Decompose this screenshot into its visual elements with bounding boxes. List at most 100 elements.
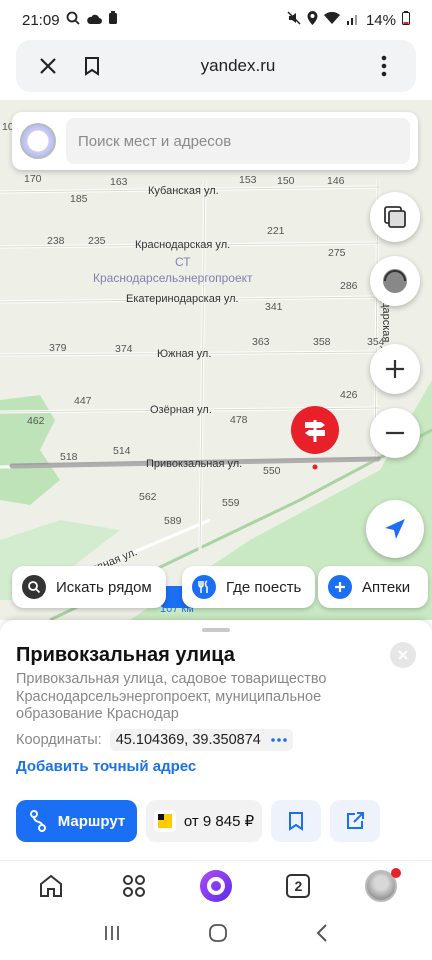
plus-cross-icon — [328, 575, 352, 599]
street-label: Кубанская ул. — [148, 185, 219, 197]
close-icon — [40, 58, 56, 74]
house-number: 478 — [230, 414, 248, 426]
street-label: Краснодарская ул. — [135, 239, 230, 251]
house-number: 185 — [70, 193, 88, 205]
bookmark-button[interactable] — [74, 48, 110, 84]
battery-percent: 14% — [365, 11, 396, 29]
system-nav-bar — [0, 910, 432, 960]
house-number: 150 — [277, 175, 295, 187]
map-canvas[interactable]: Кубанская ул. Краснодарская ул. Екатерин… — [0, 100, 432, 620]
house-number: 146 — [327, 175, 345, 187]
taxi-price: от 9 845 ₽ — [183, 813, 255, 830]
layers-button[interactable] — [370, 192, 420, 242]
house-number: 426 — [340, 389, 358, 401]
close-icon — [398, 650, 408, 660]
url-field[interactable]: yandex.ru — [110, 56, 366, 76]
house-number: 238 — [47, 235, 65, 247]
recents-icon — [105, 925, 120, 940]
home-circle-icon — [209, 923, 227, 942]
save-place-button[interactable] — [271, 800, 321, 842]
house-number: 447 — [74, 395, 92, 407]
search-box: Поиск мест и адресов — [12, 112, 418, 170]
house-number: 235 — [88, 235, 106, 247]
house-number: 514 — [113, 445, 131, 457]
status-time: 21:09 — [22, 11, 60, 29]
taxi-icon — [153, 810, 176, 832]
house-number: 589 — [164, 515, 182, 527]
house-number: 286 — [340, 280, 358, 292]
coordinates-label: Координаты: — [16, 732, 102, 748]
route-label: Маршрут — [57, 812, 126, 830]
house-number: 153 — [239, 174, 257, 186]
bottom-nav: 2 — [0, 860, 432, 910]
tabs-count: 2 — [294, 877, 303, 894]
compass-button[interactable] — [370, 256, 420, 306]
notification-icon — [108, 11, 118, 29]
place-card: Привокзальная улица Привокзальная улица,… — [0, 620, 432, 860]
share-icon — [347, 812, 364, 829]
chip-label: Где поесть — [226, 578, 302, 596]
sheet-handle[interactable] — [202, 628, 230, 632]
street-label: Озёрная ул. — [150, 404, 212, 416]
route-icon — [29, 810, 46, 832]
taxi-button[interactable]: от 9 845 ₽ — [146, 800, 262, 842]
chip-label: Аптеки — [362, 578, 411, 596]
route-button[interactable]: Маршрут — [16, 800, 137, 842]
area-label: Краснодарсельэнергопроект — [93, 271, 253, 285]
layers-icon — [384, 206, 406, 228]
coordinates-text: 45.104369, 39.350874 — [115, 732, 261, 748]
search-input[interactable]: Поиск мест и адресов — [66, 118, 410, 164]
location-icon — [307, 11, 318, 29]
browser-menu-button[interactable] — [366, 48, 402, 84]
wifi-icon — [323, 11, 340, 29]
chevron-left-icon — [316, 923, 327, 942]
place-description: Привокзальная улица, садовое товариществ… — [16, 671, 327, 722]
nav-home[interactable] — [29, 864, 73, 908]
search-nearby-chip[interactable]: Искать рядом — [12, 566, 166, 608]
house-number: 275 — [328, 247, 346, 259]
house-number: 518 — [60, 451, 78, 463]
zoom-in-button[interactable] — [370, 344, 420, 394]
pharmacies-chip[interactable]: Аптеки — [318, 566, 428, 608]
browser-toolbar: yandex.ru — [16, 40, 416, 92]
recent-apps-button[interactable] — [103, 924, 121, 947]
place-title: Привокзальная улица — [16, 644, 235, 666]
my-location-button[interactable] — [366, 500, 424, 558]
alice-avatar-icon[interactable] — [20, 123, 56, 159]
grid-icon — [122, 874, 145, 897]
coordinates-row: Координаты: 45.104369, 39.350874 — [16, 729, 293, 751]
home-system-button[interactable] — [208, 923, 228, 948]
plus-icon — [386, 360, 404, 378]
house-number: 559 — [222, 497, 240, 509]
tabs-count-icon: 2 — [286, 873, 311, 898]
alice-icon — [199, 869, 232, 902]
house-number: 374 — [115, 343, 133, 355]
chip-label: Искать рядом — [56, 578, 152, 596]
back-button[interactable] — [315, 923, 329, 948]
close-card-button[interactable] — [390, 642, 416, 668]
house-number: 379 — [49, 342, 67, 354]
area-label: СТ — [175, 255, 191, 269]
nav-tabs[interactable]: 2 — [276, 864, 320, 908]
fork-knife-icon — [192, 575, 216, 599]
more-horizontal-icon[interactable] — [271, 738, 287, 742]
close-tab-button[interactable] — [30, 48, 66, 84]
home-icon — [40, 874, 63, 897]
bookmark-icon — [85, 57, 99, 76]
compass-icon — [383, 269, 407, 293]
nav-alice[interactable] — [194, 864, 238, 908]
signal-icon — [346, 12, 360, 29]
street-label: Екатеринодарская ул. — [126, 293, 239, 305]
search-icon — [22, 575, 46, 599]
where-to-eat-chip[interactable]: Где поесть — [182, 566, 316, 608]
coordinates-value[interactable]: 45.104369, 39.350874 — [109, 729, 293, 751]
status-bar: 21:09 14% — [0, 0, 432, 40]
nav-services[interactable] — [112, 864, 156, 908]
nav-profile[interactable] — [359, 864, 403, 908]
add-address-link[interactable]: Добавить точный адрес — [16, 758, 196, 775]
battery-icon — [402, 11, 410, 29]
zoom-out-button[interactable] — [370, 408, 420, 458]
street-label: Привокзальная ул. — [146, 458, 242, 470]
map-view[interactable]: Кубанская ул. Краснодарская ул. Екатерин… — [0, 100, 432, 620]
share-button[interactable] — [330, 800, 380, 842]
